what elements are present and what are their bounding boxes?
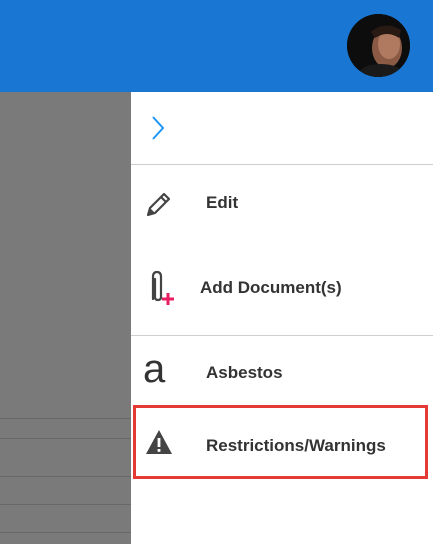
chevron-right-icon[interactable] — [149, 114, 167, 142]
panel-header — [131, 92, 433, 165]
menu-item-add-documents[interactable]: Add Document(s) — [131, 249, 433, 327]
user-avatar[interactable] — [347, 14, 410, 77]
menu-item-label: Add Document(s) — [200, 278, 342, 297]
paperclip-plus-icon — [151, 270, 174, 305]
avatar-photo-icon — [347, 14, 410, 77]
menu-divider — [131, 335, 433, 336]
backdrop-row-divider — [0, 504, 131, 505]
backdrop-row-divider — [0, 476, 131, 477]
menu-item-edit[interactable]: Edit — [131, 165, 433, 239]
app-root: Edit Add Document(s) a Asbestos Restrict — [0, 0, 433, 544]
highlight-box — [133, 405, 428, 479]
dimmed-backdrop[interactable] — [0, 92, 131, 544]
backdrop-row-divider — [0, 438, 131, 439]
side-action-panel: Edit Add Document(s) a Asbestos Restrict — [131, 92, 433, 544]
backdrop-row-divider — [0, 532, 131, 533]
top-app-bar — [0, 0, 433, 92]
backdrop-row-divider — [0, 418, 131, 419]
pencil-icon — [146, 192, 171, 217]
menu-item-asbestos[interactable]: a Asbestos — [131, 337, 433, 405]
menu-item-label: Asbestos — [206, 363, 283, 382]
menu-item-label: Edit — [206, 193, 239, 212]
letter-a-icon: a — [143, 347, 166, 391]
